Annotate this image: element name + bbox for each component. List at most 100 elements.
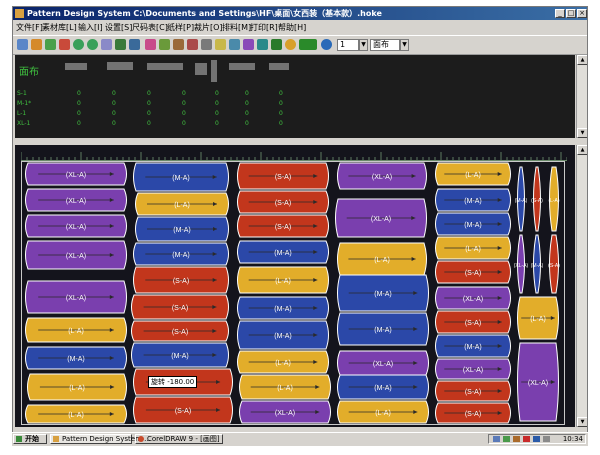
pattern-piece[interactable]: (S-A) [548,234,560,294]
help-icon[interactable] [503,436,510,442]
flip-icon[interactable] [257,39,268,50]
pattern-piece[interactable]: (XL-A) [239,400,331,424]
pattern-piece[interactable]: (M-A) [133,242,229,266]
taskbar-item-coreldraw[interactable]: CorelDRAW 9 - [画图] [135,434,223,444]
menu-library[interactable]: 素材库[L] [42,22,77,33]
horizontal-arrow-icon[interactable] [129,39,140,50]
layers-icon[interactable] [173,39,184,50]
menu-pattern[interactable]: 纸样[P] [167,22,194,33]
taskbar-item-pds[interactable]: Pattern Design System ... [50,434,151,444]
pattern-piece[interactable]: (S-A) [131,320,229,342]
circle-green-2-icon[interactable] [87,39,98,50]
pattern-piece[interactable]: (M-A) [237,240,329,264]
pattern-piece[interactable]: (M-A) [131,342,229,368]
circle-green-icon[interactable] [73,39,84,50]
fabric-select[interactable]: 面布 [370,39,400,51]
scroll-down-icon[interactable]: ▼ [577,417,587,427]
menu-cut-pieces[interactable]: 裁片[O] [194,22,223,33]
marker-icon[interactable] [187,39,198,50]
pattern-piece[interactable]: (M-A) [435,212,511,236]
pattern-piece[interactable]: (L-A) [435,236,511,260]
pattern-piece[interactable]: (L-A) [25,404,127,424]
pattern-piece[interactable]: (L-A) [135,192,229,216]
pattern-piece[interactable]: (L-A) [517,296,559,340]
pattern-piece[interactable]: (M-A) [237,320,329,350]
scroll-up-icon[interactable]: ▲ [577,145,587,155]
pattern-piece[interactable]: (M-A) [337,274,429,312]
pattern-piece[interactable]: (M-A) [337,374,429,400]
pattern-piece[interactable]: (S-A) [237,214,329,238]
cursor-icon[interactable] [101,39,112,50]
pattern-piece[interactable]: (S-A) [435,402,511,424]
pattern-piece[interactable]: (XL-A) [514,234,529,294]
pattern-piece[interactable]: (S-A) [237,190,329,214]
rotate-icon[interactable] [145,39,156,50]
pattern-piece[interactable]: (M-A) [531,234,544,294]
pattern-piece[interactable]: (S-A) [435,310,511,334]
quantity-input[interactable]: 1 [337,39,359,51]
pattern-piece[interactable]: (XL-A) [25,188,127,212]
pattern-piece[interactable]: (M-A) [435,334,511,358]
fold-icon[interactable] [215,39,226,50]
pattern-piece[interactable]: (L-A) [548,166,560,232]
align-icon[interactable] [201,39,212,50]
network-icon[interactable] [493,436,500,442]
brush-icon[interactable] [45,39,56,50]
grid-icon[interactable] [159,39,170,50]
pattern-piece[interactable]: (M-A) [435,188,511,212]
text-a-icon[interactable] [271,39,282,50]
start-button[interactable]: 开始 [13,434,47,444]
marker-pieces[interactable]: (XL-A) (XL-A) (XL-A) (XL-A) (XL-A) (L-A) (M-A)… [22,162,564,424]
marker-canvas[interactable]: (XL-A) (XL-A) (XL-A) (XL-A) (XL-A) (L-A) (M-A)… [15,145,575,427]
volume-icon[interactable] [543,436,550,442]
menu-help[interactable]: 帮助[H] [278,22,306,33]
menu-marker[interactable]: 排料[M] [222,22,251,33]
menu-file[interactable]: 文件[F] [16,22,43,33]
palette-icon[interactable] [285,39,296,50]
tool-red-icon[interactable] [59,39,70,50]
pattern-piece[interactable]: (XL-A) [25,240,127,270]
pattern-piece[interactable]: (L-A) [237,266,329,294]
menu-input[interactable]: 输入[I] [78,22,103,33]
scale-icon[interactable] [229,39,240,50]
pattern-piece[interactable]: (S-A) [133,266,229,294]
pattern-piece[interactable]: (S-A) [531,166,543,232]
pattern-piece[interactable]: (L-A) [25,317,127,343]
pattern-piece[interactable]: (L-A) [27,373,127,401]
pattern-piece[interactable]: (S-A) [435,260,511,284]
minimize-button[interactable]: _ [555,9,565,18]
pattern-piece[interactable]: (L-A) [337,400,429,424]
keyboard-icon[interactable] [533,436,540,442]
pattern-piece[interactable]: (S-A) [237,162,329,190]
alert-icon[interactable] [523,436,530,442]
maximize-button[interactable]: □ [566,9,576,18]
marker-scrollbar[interactable]: ▲ ▼ [576,145,587,427]
pattern-piece[interactable]: (M-A) [515,166,528,232]
pattern-piece[interactable]: (S-A) [131,294,229,320]
pattern-piece[interactable]: (XL-A) [517,342,559,422]
pattern-piece[interactable]: (M-A) [25,346,127,370]
pattern-piece[interactable]: (XL-A) [25,162,127,186]
pattern-piece[interactable]: (M-A) [133,162,229,192]
menu-settings[interactable]: 设置[S] [105,22,132,33]
chevron-down-icon[interactable]: ▼ [400,39,409,51]
sml-icon[interactable] [299,39,317,50]
new-icon[interactable] [17,39,28,50]
measure-icon[interactable] [243,39,254,50]
pattern-piece[interactable]: (M-A) [237,296,329,320]
marker-layout[interactable]: (XL-A) (XL-A) (XL-A) (XL-A) (XL-A) (L-A) (M-A)… [21,161,565,425]
pattern-piece[interactable]: (L-A) [239,374,331,400]
close-button[interactable]: × [577,9,587,18]
pattern-piece[interactable]: (XL-A) [337,350,429,376]
ime-icon[interactable] [513,436,520,442]
menu-print[interactable]: 打印[R] [250,22,278,33]
pattern-piece[interactable]: (S-A) [435,380,511,402]
pattern-piece[interactable]: (XL-A) [25,214,127,238]
pattern-piece[interactable]: (XL-A) [25,280,127,314]
pattern-piece[interactable]: (M-A) [337,312,429,346]
globe-icon[interactable] [321,39,332,50]
menu-size-chart[interactable]: 尺码表[C] [132,22,168,33]
open-icon[interactable] [31,39,42,50]
chevron-down-icon[interactable]: ▼ [359,39,368,51]
pattern-piece[interactable]: (XL-A) [337,162,427,190]
